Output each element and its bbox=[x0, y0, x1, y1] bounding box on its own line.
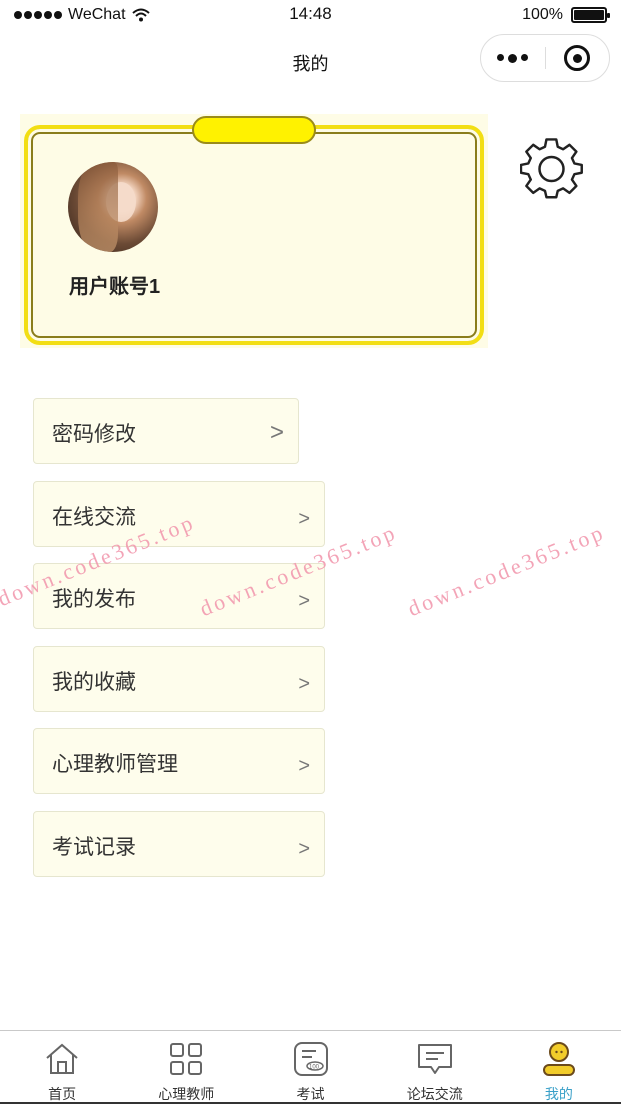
tab-exam[interactable]: 100 考试 bbox=[248, 1031, 372, 1104]
battery-percent: 100% bbox=[522, 6, 563, 23]
battery-icon bbox=[571, 7, 610, 23]
svg-text:100: 100 bbox=[309, 1065, 320, 1071]
tab-label: 首页 bbox=[48, 1086, 77, 1102]
mini-program-capsule bbox=[480, 34, 610, 82]
tab-teachers[interactable]: 心理教师 bbox=[124, 1031, 248, 1104]
avatar[interactable] bbox=[68, 162, 158, 252]
menu-item-exam-records[interactable]: 考试记录 > bbox=[33, 811, 325, 877]
tab-label: 我的 bbox=[544, 1086, 573, 1102]
chat-icon bbox=[417, 1044, 452, 1074]
menu-item-label: 我的收藏 bbox=[52, 671, 136, 694]
chevron-right-icon: > bbox=[298, 838, 310, 860]
home-icon bbox=[46, 1043, 78, 1074]
card-tab-decoration bbox=[192, 116, 316, 144]
chevron-right-icon: > bbox=[298, 508, 310, 530]
status-right: 100% bbox=[522, 6, 610, 24]
menu-item-label: 密码修改 bbox=[52, 423, 136, 446]
exam-icon: 100 bbox=[293, 1042, 328, 1076]
menu-item-teacher-management[interactable]: 心理教师管理 > bbox=[33, 728, 325, 794]
username: 用户账号1 bbox=[69, 276, 161, 298]
menu-item-label: 心理教师管理 bbox=[52, 753, 178, 776]
chevron-right-icon: > bbox=[269, 419, 284, 446]
menu-item-my-favorites[interactable]: 我的收藏 > bbox=[33, 646, 325, 712]
gear-icon[interactable] bbox=[520, 137, 584, 201]
menu-item-label: 考试记录 bbox=[52, 836, 136, 859]
close-button[interactable] bbox=[546, 45, 610, 71]
watermark: down.code365.top bbox=[404, 519, 609, 622]
target-icon bbox=[564, 45, 591, 71]
tab-home[interactable]: 首页 bbox=[0, 1031, 124, 1104]
chevron-right-icon: > bbox=[298, 755, 310, 777]
more-icon[interactable] bbox=[481, 53, 545, 63]
tab-label: 论坛交流 bbox=[406, 1086, 463, 1102]
grid-icon bbox=[170, 1043, 203, 1075]
status-bar: WeChat 14:48 100% bbox=[0, 0, 621, 32]
tab-mine[interactable]: 我的 bbox=[497, 1031, 621, 1104]
profile-icon bbox=[542, 1042, 575, 1076]
tab-forum[interactable]: 论坛交流 bbox=[373, 1031, 497, 1104]
menu-item-change-password[interactable]: 密码修改 > bbox=[33, 398, 299, 464]
chevron-right-icon: > bbox=[298, 590, 310, 612]
chevron-right-icon: > bbox=[298, 673, 310, 695]
tab-label: 心理教师 bbox=[158, 1086, 215, 1102]
tab-bar: 首页 心理教师 100 考试 论坛交流 我的 bbox=[0, 1030, 621, 1104]
tab-label: 考试 bbox=[296, 1086, 325, 1102]
menu-item-label: 在线交流 bbox=[52, 506, 136, 529]
